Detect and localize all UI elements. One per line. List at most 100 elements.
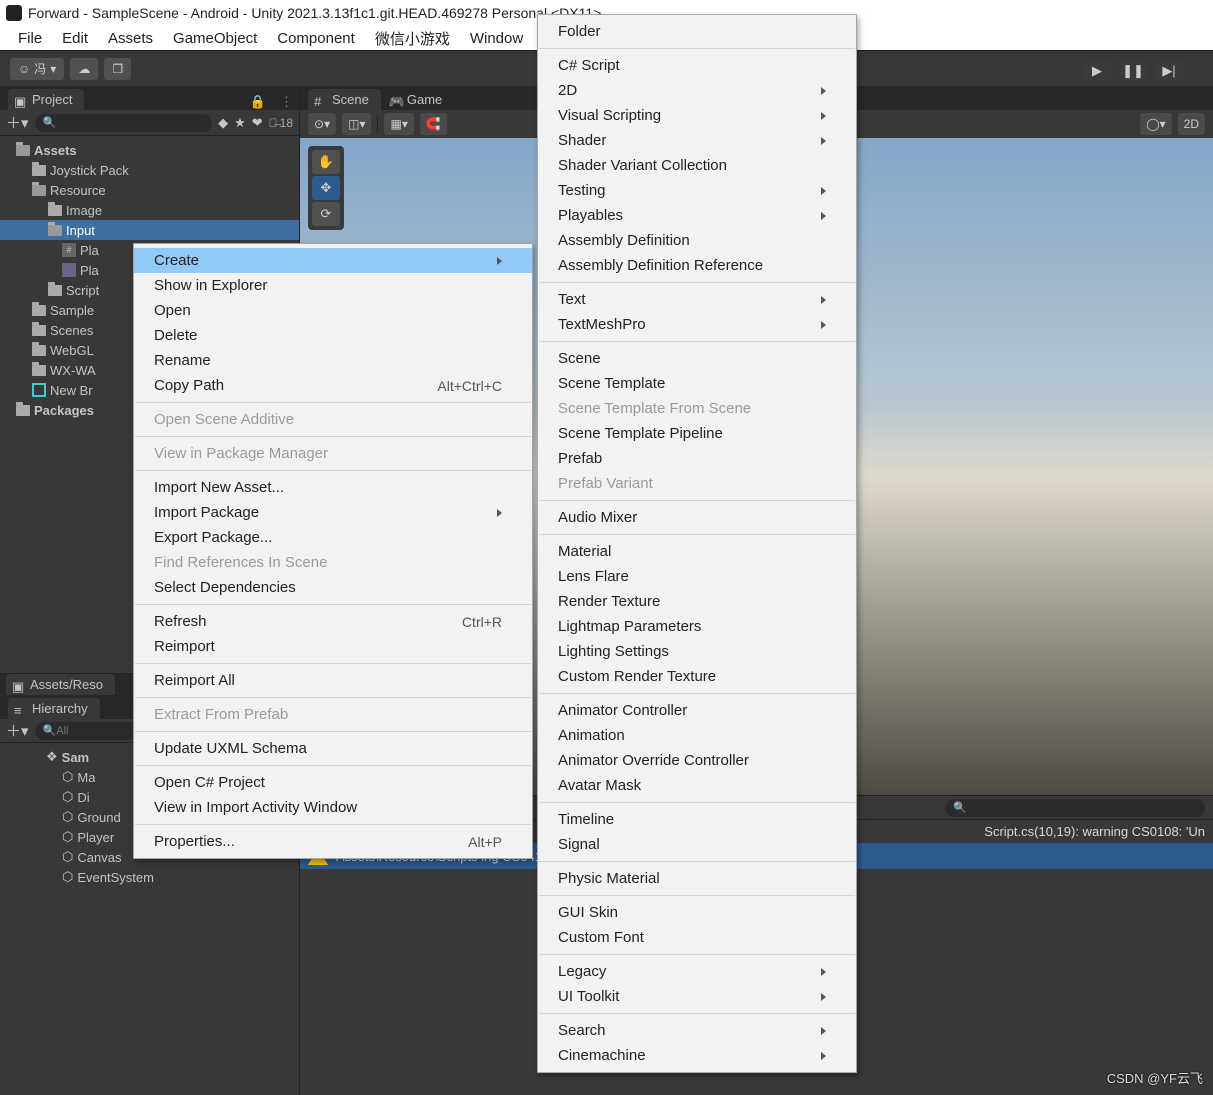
create-scene-template-pipeline[interactable]: Scene Template Pipeline (538, 421, 856, 446)
menu-select-dependencies[interactable]: Select Dependencies (134, 575, 532, 600)
menu-show-explorer[interactable]: Show in Explorer (134, 273, 532, 298)
hidden-count[interactable]: 👁̶ 18 (269, 116, 293, 130)
add-button[interactable]: ＋▾ (6, 112, 29, 133)
create-timeline[interactable]: Timeline (538, 807, 856, 832)
pause-button[interactable]: ❚❚ (1119, 60, 1147, 82)
pivot-button[interactable]: ⊙▾ (308, 113, 336, 135)
menu-import-package[interactable]: Import Package (134, 500, 532, 525)
menu-assets[interactable]: Assets (98, 28, 163, 49)
assets-breadcrumb-tab[interactable]: ▣ Assets/Reso (6, 674, 115, 695)
create-lightmap-params[interactable]: Lightmap Parameters (538, 614, 856, 639)
menu-properties[interactable]: Properties...Alt+P (134, 829, 532, 854)
create-lighting-settings[interactable]: Lighting Settings (538, 639, 856, 664)
menu-import-new-asset[interactable]: Import New Asset... (134, 475, 532, 500)
create-cinemachine[interactable]: Cinemachine (538, 1043, 856, 1068)
window-title: Forward - SampleScene - Android - Unity … (28, 5, 601, 21)
create-lens-flare[interactable]: Lens Flare (538, 564, 856, 589)
create-search[interactable]: Search (538, 1018, 856, 1043)
create-asmref[interactable]: Assembly Definition Reference (538, 253, 856, 278)
menu-icon[interactable]: ⋮ (274, 94, 299, 110)
create-scene-template[interactable]: Scene Template (538, 371, 856, 396)
favorite-icon[interactable]: ❤ (252, 115, 263, 131)
hand-tool[interactable]: ✋ (312, 150, 340, 174)
menu-window[interactable]: Window (460, 28, 533, 49)
menu-delete[interactable]: Delete (134, 323, 532, 348)
create-playables[interactable]: Playables (538, 203, 856, 228)
create-audio-mixer[interactable]: Audio Mixer (538, 505, 856, 530)
create-shader-variant[interactable]: Shader Variant Collection (538, 153, 856, 178)
menu-refresh[interactable]: RefreshCtrl+R (134, 609, 532, 634)
hierarchy-tab[interactable]: ≡ Hierarchy (8, 698, 100, 719)
create-prefab[interactable]: Prefab (538, 446, 856, 471)
create-folder[interactable]: Folder (538, 19, 856, 44)
menu-reimport[interactable]: Reimport (134, 634, 532, 659)
rotate-tool[interactable]: ⟳ (312, 202, 340, 226)
menu-wechat[interactable]: 微信小游戏 (365, 26, 460, 51)
filter-label-icon[interactable]: ★ (234, 115, 246, 131)
2d-toggle[interactable]: 2D (1178, 113, 1205, 135)
tree-assets[interactable]: Assets (0, 140, 299, 160)
tree-joystick[interactable]: Joystick Pack (0, 160, 299, 180)
create-avatar-mask[interactable]: Avatar Mask (538, 773, 856, 798)
create-signal[interactable]: Signal (538, 832, 856, 857)
create-visual-scripting[interactable]: Visual Scripting (538, 103, 856, 128)
menu-component[interactable]: Component (267, 28, 365, 49)
hierarchy-add-button[interactable]: ＋▾ (6, 720, 29, 741)
shading-button[interactable]: ◯▾ (1140, 113, 1171, 135)
menu-view-package-manager: View in Package Manager (134, 441, 532, 466)
menu-gameobject[interactable]: GameObject (163, 28, 267, 49)
create-render-texture[interactable]: Render Texture (538, 589, 856, 614)
create-legacy[interactable]: Legacy (538, 959, 856, 984)
create-ui-toolkit[interactable]: UI Toolkit (538, 984, 856, 1009)
game-tab[interactable]: 🎮Game (383, 89, 454, 110)
tree-resource[interactable]: Resource (0, 180, 299, 200)
menu-copy-path[interactable]: Copy PathAlt+Ctrl+C (134, 373, 532, 398)
account-button[interactable]: ☺ 冯 ▾ (10, 58, 64, 80)
move-tool[interactable]: ✥ (312, 176, 340, 200)
create-text[interactable]: Text (538, 287, 856, 312)
create-gui-skin[interactable]: GUI Skin (538, 900, 856, 925)
menu-create[interactable]: Create (134, 248, 532, 273)
step-button[interactable]: ▶| (1155, 60, 1183, 82)
tree-input[interactable]: Input (0, 220, 299, 240)
create-animator-override[interactable]: Animator Override Controller (538, 748, 856, 773)
project-tab[interactable]: ▣ Project (8, 89, 84, 110)
local-button[interactable]: ◫▾ (342, 113, 371, 135)
lock-icon[interactable]: 🔒 (244, 94, 272, 110)
filter-type-icon[interactable]: ◆ (218, 115, 228, 131)
create-custom-font[interactable]: Custom Font (538, 925, 856, 950)
menu-view-import-activity[interactable]: View in Import Activity Window (134, 795, 532, 820)
create-textmeshpro[interactable]: TextMeshPro (538, 312, 856, 337)
create-submenu: Folder C# Script 2D Visual Scripting Sha… (537, 14, 857, 1073)
tree-image[interactable]: Image (0, 200, 299, 220)
create-animator-controller[interactable]: Animator Controller (538, 698, 856, 723)
create-animation[interactable]: Animation (538, 723, 856, 748)
create-shader[interactable]: Shader (538, 128, 856, 153)
console-search[interactable]: 🔍 (945, 799, 1205, 817)
store-button[interactable]: ❒ (104, 58, 131, 80)
create-csharp[interactable]: C# Script (538, 53, 856, 78)
menu-open-csharp[interactable]: Open C# Project (134, 770, 532, 795)
menu-reimport-all[interactable]: Reimport All (134, 668, 532, 693)
menu-update-uxml[interactable]: Update UXML Schema (134, 736, 532, 761)
create-custom-render-texture[interactable]: Custom Render Texture (538, 664, 856, 689)
menu-file[interactable]: File (8, 28, 52, 49)
create-physic-material[interactable]: Physic Material (538, 866, 856, 891)
create-material[interactable]: Material (538, 539, 856, 564)
create-testing[interactable]: Testing (538, 178, 856, 203)
menu-open[interactable]: Open (134, 298, 532, 323)
create-scene[interactable]: Scene (538, 346, 856, 371)
snap-button[interactable]: 🧲 (420, 113, 447, 135)
create-asmdef[interactable]: Assembly Definition (538, 228, 856, 253)
cloud-button[interactable]: ☁ (70, 58, 98, 80)
play-button[interactable]: ▶ (1083, 60, 1111, 82)
cube-icon: ◫ (348, 117, 359, 131)
menu-export-package[interactable]: Export Package... (134, 525, 532, 550)
menu-edit[interactable]: Edit (52, 28, 98, 49)
menu-rename[interactable]: Rename (134, 348, 532, 373)
scene-tab[interactable]: #Scene (308, 89, 381, 110)
hierarchy-item[interactable]: ⬡EventSystem (0, 867, 299, 887)
project-search[interactable]: 🔍 (35, 114, 213, 132)
grid-button[interactable]: ▦▾ (384, 113, 413, 135)
create-2d[interactable]: 2D (538, 78, 856, 103)
